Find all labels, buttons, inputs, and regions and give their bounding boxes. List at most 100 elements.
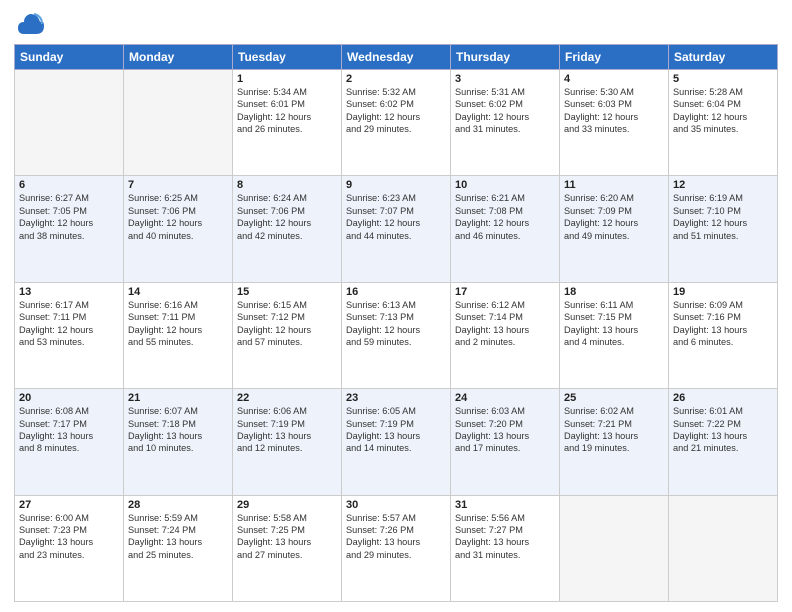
calendar-cell: 29Sunrise: 5:58 AM Sunset: 7:25 PM Dayli… [233, 495, 342, 601]
day-number: 30 [346, 499, 446, 511]
day-info: Sunrise: 6:03 AM Sunset: 7:20 PM Dayligh… [455, 405, 555, 455]
day-info: Sunrise: 6:12 AM Sunset: 7:14 PM Dayligh… [455, 299, 555, 349]
day-info: Sunrise: 6:25 AM Sunset: 7:06 PM Dayligh… [128, 192, 228, 242]
calendar-cell: 23Sunrise: 6:05 AM Sunset: 7:19 PM Dayli… [342, 389, 451, 495]
calendar-cell: 11Sunrise: 6:20 AM Sunset: 7:09 PM Dayli… [560, 176, 669, 282]
weekday-friday: Friday [560, 45, 669, 70]
calendar-cell: 28Sunrise: 5:59 AM Sunset: 7:24 PM Dayli… [124, 495, 233, 601]
day-info: Sunrise: 6:02 AM Sunset: 7:21 PM Dayligh… [564, 405, 664, 455]
day-number: 4 [564, 73, 664, 85]
day-info: Sunrise: 5:28 AM Sunset: 6:04 PM Dayligh… [673, 86, 773, 136]
day-number: 23 [346, 392, 446, 404]
day-number: 20 [19, 392, 119, 404]
day-number: 5 [673, 73, 773, 85]
day-number: 19 [673, 286, 773, 298]
calendar-cell: 15Sunrise: 6:15 AM Sunset: 7:12 PM Dayli… [233, 282, 342, 388]
calendar-cell: 20Sunrise: 6:08 AM Sunset: 7:17 PM Dayli… [15, 389, 124, 495]
calendar-cell: 30Sunrise: 5:57 AM Sunset: 7:26 PM Dayli… [342, 495, 451, 601]
day-number: 6 [19, 179, 119, 191]
day-info: Sunrise: 6:08 AM Sunset: 7:17 PM Dayligh… [19, 405, 119, 455]
day-info: Sunrise: 5:56 AM Sunset: 7:27 PM Dayligh… [455, 512, 555, 562]
day-info: Sunrise: 6:21 AM Sunset: 7:08 PM Dayligh… [455, 192, 555, 242]
calendar-cell: 17Sunrise: 6:12 AM Sunset: 7:14 PM Dayli… [451, 282, 560, 388]
weekday-header-row: SundayMondayTuesdayWednesdayThursdayFrid… [15, 45, 778, 70]
logo [14, 14, 44, 38]
day-number: 21 [128, 392, 228, 404]
day-info: Sunrise: 5:30 AM Sunset: 6:03 PM Dayligh… [564, 86, 664, 136]
day-number: 12 [673, 179, 773, 191]
calendar-cell: 24Sunrise: 6:03 AM Sunset: 7:20 PM Dayli… [451, 389, 560, 495]
day-number: 24 [455, 392, 555, 404]
calendar-cell: 14Sunrise: 6:16 AM Sunset: 7:11 PM Dayli… [124, 282, 233, 388]
day-number: 3 [455, 73, 555, 85]
weekday-saturday: Saturday [669, 45, 778, 70]
weekday-monday: Monday [124, 45, 233, 70]
calendar-cell: 4Sunrise: 5:30 AM Sunset: 6:03 PM Daylig… [560, 70, 669, 176]
week-row-4: 20Sunrise: 6:08 AM Sunset: 7:17 PM Dayli… [15, 389, 778, 495]
day-number: 31 [455, 499, 555, 511]
day-number: 13 [19, 286, 119, 298]
day-info: Sunrise: 5:57 AM Sunset: 7:26 PM Dayligh… [346, 512, 446, 562]
page: SundayMondayTuesdayWednesdayThursdayFrid… [0, 0, 792, 612]
weekday-sunday: Sunday [15, 45, 124, 70]
day-info: Sunrise: 6:27 AM Sunset: 7:05 PM Dayligh… [19, 192, 119, 242]
week-row-3: 13Sunrise: 6:17 AM Sunset: 7:11 PM Dayli… [15, 282, 778, 388]
calendar-cell: 9Sunrise: 6:23 AM Sunset: 7:07 PM Daylig… [342, 176, 451, 282]
week-row-2: 6Sunrise: 6:27 AM Sunset: 7:05 PM Daylig… [15, 176, 778, 282]
day-info: Sunrise: 6:13 AM Sunset: 7:13 PM Dayligh… [346, 299, 446, 349]
day-info: Sunrise: 5:59 AM Sunset: 7:24 PM Dayligh… [128, 512, 228, 562]
calendar-table: SundayMondayTuesdayWednesdayThursdayFrid… [14, 44, 778, 602]
weekday-tuesday: Tuesday [233, 45, 342, 70]
day-info: Sunrise: 6:01 AM Sunset: 7:22 PM Dayligh… [673, 405, 773, 455]
week-row-1: 1Sunrise: 5:34 AM Sunset: 6:01 PM Daylig… [15, 70, 778, 176]
calendar-cell: 19Sunrise: 6:09 AM Sunset: 7:16 PM Dayli… [669, 282, 778, 388]
day-number: 14 [128, 286, 228, 298]
calendar-cell: 22Sunrise: 6:06 AM Sunset: 7:19 PM Dayli… [233, 389, 342, 495]
header [14, 10, 778, 38]
day-number: 15 [237, 286, 337, 298]
calendar-cell: 31Sunrise: 5:56 AM Sunset: 7:27 PM Dayli… [451, 495, 560, 601]
calendar-cell: 18Sunrise: 6:11 AM Sunset: 7:15 PM Dayli… [560, 282, 669, 388]
calendar-cell: 6Sunrise: 6:27 AM Sunset: 7:05 PM Daylig… [15, 176, 124, 282]
day-info: Sunrise: 5:34 AM Sunset: 6:01 PM Dayligh… [237, 86, 337, 136]
day-info: Sunrise: 6:00 AM Sunset: 7:23 PM Dayligh… [19, 512, 119, 562]
calendar-cell [15, 70, 124, 176]
calendar-cell: 26Sunrise: 6:01 AM Sunset: 7:22 PM Dayli… [669, 389, 778, 495]
day-info: Sunrise: 5:31 AM Sunset: 6:02 PM Dayligh… [455, 86, 555, 136]
weekday-thursday: Thursday [451, 45, 560, 70]
day-number: 26 [673, 392, 773, 404]
calendar-cell: 5Sunrise: 5:28 AM Sunset: 6:04 PM Daylig… [669, 70, 778, 176]
day-info: Sunrise: 6:17 AM Sunset: 7:11 PM Dayligh… [19, 299, 119, 349]
calendar-cell: 27Sunrise: 6:00 AM Sunset: 7:23 PM Dayli… [15, 495, 124, 601]
calendar-cell [669, 495, 778, 601]
day-info: Sunrise: 5:32 AM Sunset: 6:02 PM Dayligh… [346, 86, 446, 136]
day-number: 17 [455, 286, 555, 298]
day-number: 9 [346, 179, 446, 191]
day-number: 16 [346, 286, 446, 298]
day-number: 7 [128, 179, 228, 191]
day-info: Sunrise: 6:06 AM Sunset: 7:19 PM Dayligh… [237, 405, 337, 455]
day-number: 18 [564, 286, 664, 298]
weekday-wednesday: Wednesday [342, 45, 451, 70]
day-info: Sunrise: 6:19 AM Sunset: 7:10 PM Dayligh… [673, 192, 773, 242]
day-info: Sunrise: 6:11 AM Sunset: 7:15 PM Dayligh… [564, 299, 664, 349]
day-number: 8 [237, 179, 337, 191]
day-number: 25 [564, 392, 664, 404]
day-number: 27 [19, 499, 119, 511]
day-number: 10 [455, 179, 555, 191]
day-info: Sunrise: 6:07 AM Sunset: 7:18 PM Dayligh… [128, 405, 228, 455]
day-number: 1 [237, 73, 337, 85]
day-number: 11 [564, 179, 664, 191]
day-info: Sunrise: 6:15 AM Sunset: 7:12 PM Dayligh… [237, 299, 337, 349]
calendar-cell: 3Sunrise: 5:31 AM Sunset: 6:02 PM Daylig… [451, 70, 560, 176]
calendar-cell: 25Sunrise: 6:02 AM Sunset: 7:21 PM Dayli… [560, 389, 669, 495]
calendar-cell: 1Sunrise: 5:34 AM Sunset: 6:01 PM Daylig… [233, 70, 342, 176]
calendar-cell: 7Sunrise: 6:25 AM Sunset: 7:06 PM Daylig… [124, 176, 233, 282]
day-info: Sunrise: 6:24 AM Sunset: 7:06 PM Dayligh… [237, 192, 337, 242]
day-number: 22 [237, 392, 337, 404]
calendar-cell: 13Sunrise: 6:17 AM Sunset: 7:11 PM Dayli… [15, 282, 124, 388]
day-info: Sunrise: 6:09 AM Sunset: 7:16 PM Dayligh… [673, 299, 773, 349]
day-info: Sunrise: 5:58 AM Sunset: 7:25 PM Dayligh… [237, 512, 337, 562]
logo-icon [16, 10, 44, 38]
day-info: Sunrise: 6:23 AM Sunset: 7:07 PM Dayligh… [346, 192, 446, 242]
